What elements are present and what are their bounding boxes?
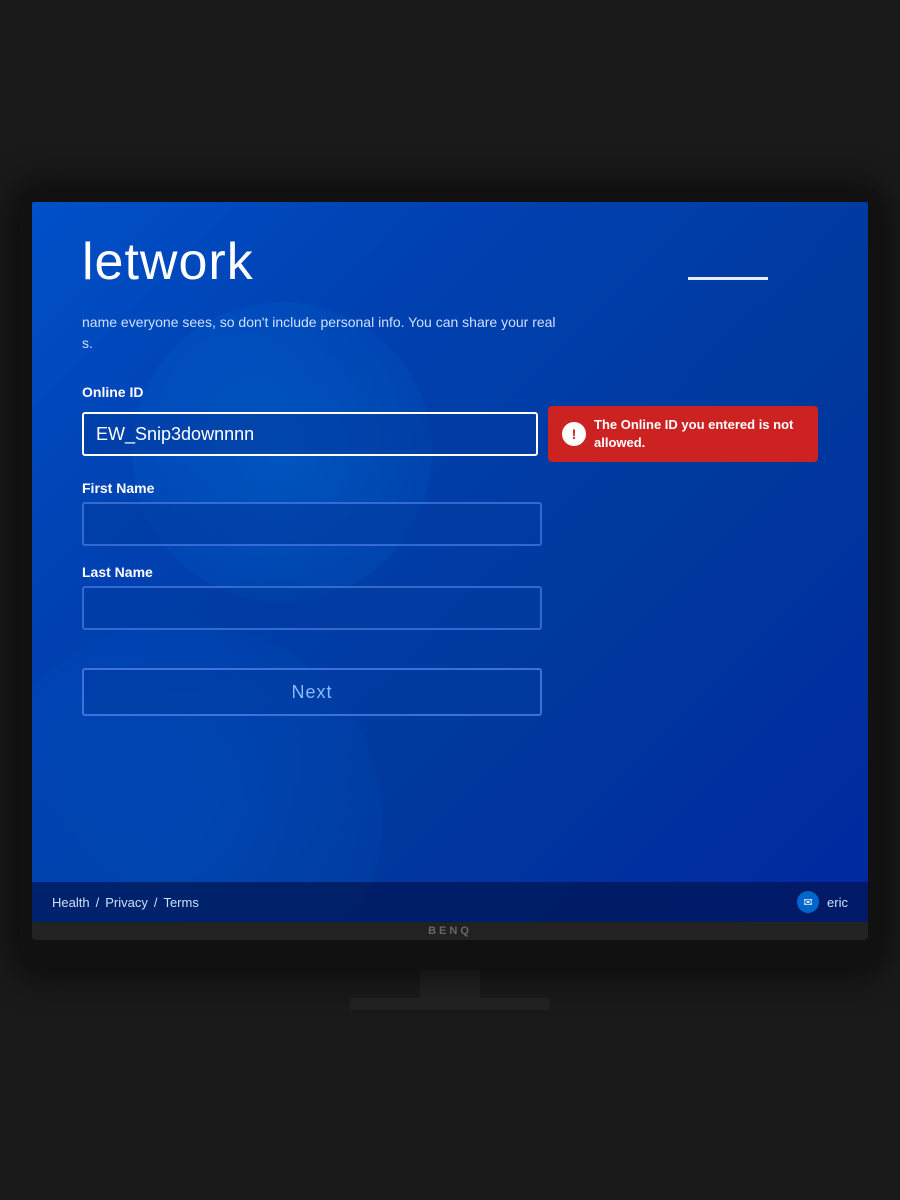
online-id-row: ! The Online ID you entered is not allow… [82,406,818,462]
online-id-input[interactable] [82,412,538,456]
subtitle: name everyone sees, so don't include per… [82,312,682,354]
monitor-bezel: letwork name everyone sees, so don't inc… [20,190,880,970]
first-name-group: First Name [82,480,818,546]
error-bubble: ! The Online ID you entered is not allow… [548,406,818,462]
error-message: The Online ID you entered is not allowed… [594,416,804,452]
title-divider [688,277,768,280]
monitor-outer: letwork name everyone sees, so don't inc… [20,190,880,1010]
last-name-group: Last Name [82,564,818,630]
online-id-label: Online ID [82,384,818,400]
monitor-stand-neck [420,970,480,998]
last-name-input[interactable] [82,586,542,630]
first-name-input[interactable] [82,502,542,546]
first-name-label: First Name [82,480,818,496]
monitor-bottom-bezel: BenQ [32,922,868,940]
screen: letwork name everyone sees, so don't inc… [32,202,868,922]
monitor-stand-base [350,998,550,1010]
error-icon: ! [562,422,586,446]
form: Online ID ! The Online ID you entered is… [82,384,818,716]
next-button[interactable]: Next [82,668,542,716]
monitor-brand: BenQ [428,925,472,937]
last-name-row [82,586,818,630]
last-name-label: Last Name [82,564,818,580]
page-title: letwork [82,232,818,292]
online-id-group: Online ID ! The Online ID you entered is… [82,384,818,462]
first-name-row [82,502,818,546]
